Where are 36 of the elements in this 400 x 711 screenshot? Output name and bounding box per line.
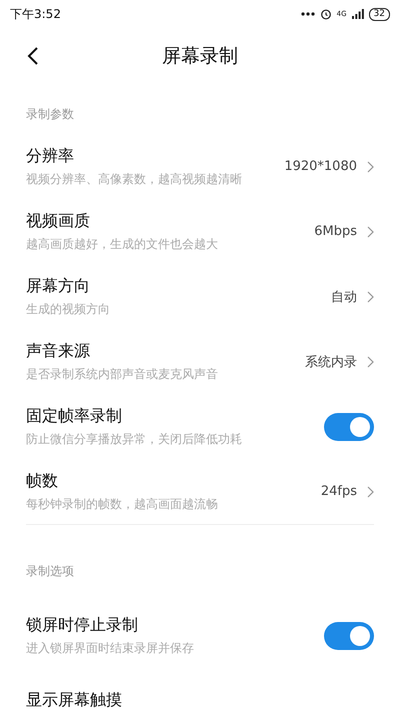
- back-icon[interactable]: [27, 46, 39, 66]
- chevron-icon[interactable]: [367, 226, 374, 238]
- setting-title[interactable]: 固定帧率录制: [26, 406, 318, 426]
- setting-value: 1920*1080: [284, 159, 357, 174]
- setting-description: 防止微信分享播放异常，关闭后降低功耗: [26, 430, 243, 448]
- toggle-switch[interactable]: [324, 622, 374, 650]
- status-time: 下午3:52: [10, 6, 61, 22]
- setting-title[interactable]: 声音来源: [26, 340, 299, 362]
- setting-title[interactable]: 显示屏幕触摸: [26, 690, 374, 711]
- alarm-icon: [320, 8, 332, 20]
- battery-indicator: 32: [368, 8, 390, 20]
- signal-icon: [352, 9, 364, 19]
- setting-value: 24fps: [320, 484, 357, 499]
- setting-description: 是否录制系统内部声音或麦克风声音: [26, 366, 219, 382]
- setting-title[interactable]: 锁屏时停止录制: [26, 614, 318, 636]
- section-label: 录制选项: [26, 562, 74, 580]
- section-label: 录制参数: [26, 106, 74, 122]
- setting-title[interactable]: 视频画质: [26, 210, 308, 232]
- setting-description: 进入锁屏界面时结束录屏并保存: [26, 640, 195, 656]
- setting-description: 生成的视频方向: [26, 300, 111, 318]
- setting-title[interactable]: 帧数: [26, 470, 315, 492]
- toggle-switch[interactable]: [324, 412, 374, 440]
- setting-title[interactable]: 分辨率: [26, 146, 278, 166]
- setting-title[interactable]: 屏幕方向: [26, 276, 325, 296]
- setting-description: 视频分辨率、高像素数，越高视频越清晰: [26, 170, 243, 188]
- chevron-icon[interactable]: [367, 486, 374, 498]
- chevron-icon[interactable]: [367, 160, 374, 172]
- setting-description: 每秒钟录制的帧数，越高画面越流畅: [26, 496, 219, 512]
- setting-value: 6Mbps: [314, 224, 357, 239]
- more-icon: [300, 12, 315, 16]
- setting-description: 越高画质越好，生成的文件也会越大: [26, 236, 219, 252]
- setting-value: 自动: [331, 288, 357, 306]
- setting-value: 系统内录: [305, 354, 357, 370]
- page-title: 屏幕录制: [162, 44, 238, 69]
- chevron-icon[interactable]: [367, 356, 374, 368]
- chevron-icon[interactable]: [367, 290, 374, 302]
